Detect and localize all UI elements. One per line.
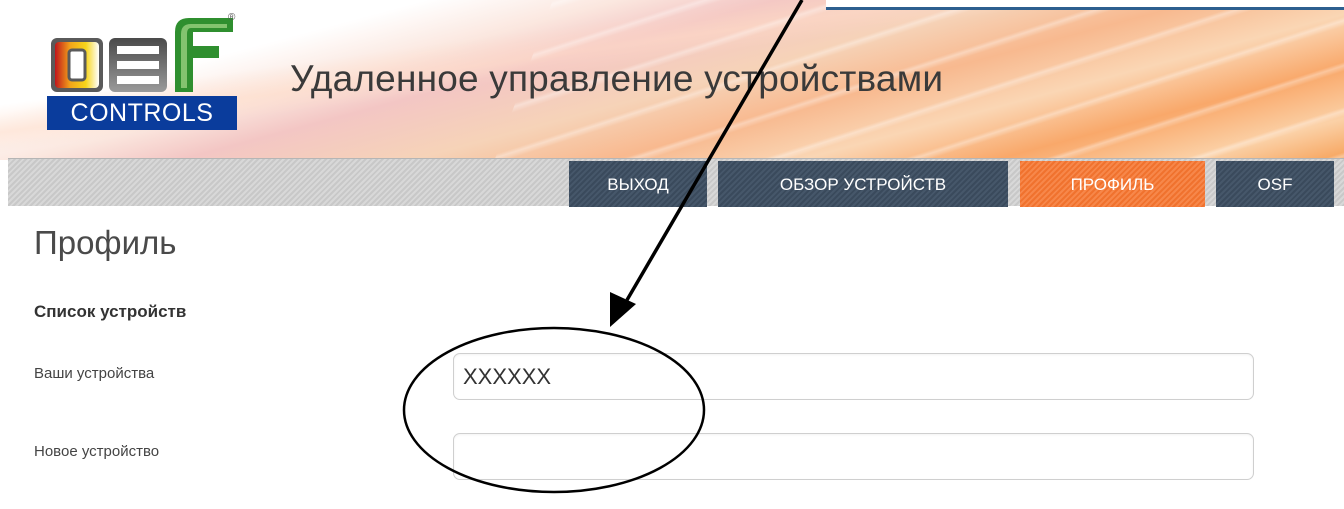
your-devices-label: Ваши устройства	[34, 365, 155, 382]
banner-title: Удаленное управление устройствами	[290, 58, 944, 99]
annotation-arrow-head	[610, 292, 636, 327]
tab-logout[interactable]: ВЫХОД	[569, 161, 707, 207]
osf-controls-logo[interactable]: CONTROLS	[47, 14, 237, 130]
logo-letters-graphic	[51, 18, 233, 92]
top-strip	[826, 0, 1344, 10]
new-device-field[interactable]	[453, 433, 1254, 480]
new-device-label: Новое устройство	[34, 443, 160, 460]
page-title: Профиль	[34, 224, 177, 261]
your-devices-field[interactable]	[453, 353, 1254, 400]
section-title-device-list: Список устройств	[34, 302, 187, 321]
registered-mark: ®	[228, 12, 236, 23]
logo-controls-label: CONTROLS	[47, 96, 237, 130]
tab-osf[interactable]: OSF	[1216, 161, 1334, 207]
tab-device-overview[interactable]: ОБЗОР УСТРОЙСТВ	[718, 161, 1008, 207]
tab-profile[interactable]: ПРОФИЛЬ	[1020, 161, 1205, 207]
